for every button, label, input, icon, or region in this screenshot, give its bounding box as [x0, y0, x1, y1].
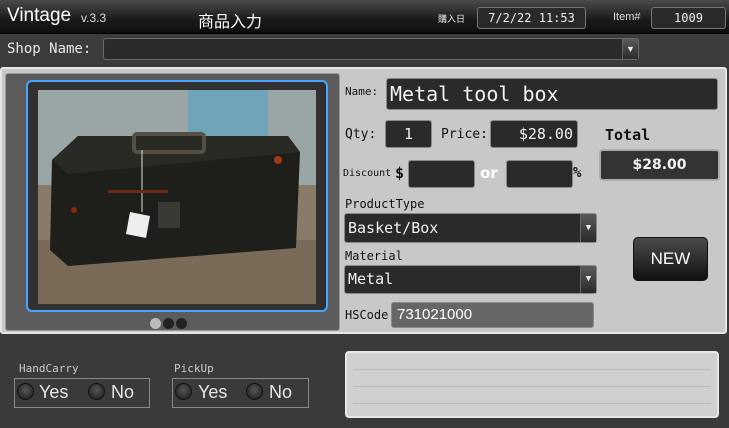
pickup-group: Yes No — [172, 378, 309, 408]
purchase-date-field[interactable]: 7/2/22 11:53 — [477, 7, 586, 29]
qty-label: Qty: — [345, 127, 377, 142]
pickup-yes-label[interactable]: Yes — [198, 382, 227, 403]
purchase-date-label: 購入日 — [438, 15, 466, 25]
item-photo[interactable] — [38, 90, 316, 304]
pickup-yes-radio[interactable] — [175, 383, 192, 400]
page-dot-1[interactable] — [150, 318, 161, 329]
handcarry-no-label[interactable]: No — [111, 382, 134, 403]
chevron-down-icon[interactable]: ▼ — [580, 266, 596, 293]
chevron-down-icon[interactable]: ▼ — [580, 214, 596, 242]
or-label: or — [480, 164, 498, 182]
page-dot-3[interactable] — [176, 318, 187, 329]
handcarry-yes-radio[interactable] — [17, 383, 34, 400]
pickup-no-label[interactable]: No — [269, 382, 292, 403]
product-type-select[interactable]: Basket/Box ▼ — [344, 213, 597, 243]
material-label: Material — [345, 249, 403, 263]
app-name: Vintage — [7, 5, 72, 26]
photo-pager[interactable] — [150, 316, 189, 334]
price-label: Price: — [441, 127, 488, 142]
total-label: Total — [605, 126, 651, 144]
shop-row: Shop Name: ▼ — [0, 34, 729, 64]
handcarry-group: Yes No — [14, 378, 150, 408]
qty-field[interactable]: 1 — [385, 120, 432, 148]
hscode-field[interactable]: 731021000 — [391, 302, 594, 328]
handcarry-no-radio[interactable] — [88, 383, 105, 400]
price-field[interactable]: $28.00 — [490, 120, 578, 148]
discount-percent-field[interactable] — [506, 160, 573, 188]
shop-name-select[interactable]: ▼ — [103, 38, 639, 60]
total-field: $28.00 — [599, 149, 720, 181]
chevron-down-icon[interactable]: ▼ — [622, 39, 638, 59]
pickup-no-radio[interactable] — [246, 383, 263, 400]
discount-amount-field[interactable] — [408, 160, 475, 188]
discount-currency: $ — [395, 164, 405, 182]
item-number-label: Item# — [613, 11, 641, 23]
notes-field[interactable] — [345, 351, 719, 418]
tool-box-image — [38, 90, 316, 304]
screen-title: 商品入力 — [198, 12, 263, 31]
discount-label: Discount — [343, 168, 392, 179]
product-type-label: ProductType — [345, 197, 425, 211]
material-value: Metal — [348, 270, 394, 288]
notes-rule — [353, 369, 711, 370]
handcarry-label: HandCarry — [19, 362, 79, 375]
photo-frame — [5, 73, 340, 331]
pickup-label: PickUp — [174, 362, 214, 375]
shop-name-label: Shop Name: — [7, 41, 92, 57]
name-field[interactable]: Metal tool box — [386, 78, 718, 110]
title-bar: Vintage v.3.3 商品入力 購入日 7/2/22 11:53 Item… — [0, 0, 729, 34]
handcarry-yes-label[interactable]: Yes — [39, 382, 68, 403]
app-version: v.3.3 — [81, 11, 107, 25]
item-number-field[interactable]: 1009 — [651, 7, 726, 29]
percent-sign: % — [573, 165, 582, 181]
notes-rule — [353, 403, 711, 404]
material-select[interactable]: Metal ▼ — [344, 265, 597, 294]
notes-rule — [353, 386, 711, 387]
hscode-label: HSCode — [345, 308, 389, 322]
name-label: Name: — [345, 85, 379, 98]
page-dot-2[interactable] — [163, 318, 174, 329]
product-type-value: Basket/Box — [348, 219, 439, 237]
new-button[interactable]: NEW — [633, 237, 708, 281]
photo-viewer[interactable] — [26, 80, 328, 312]
